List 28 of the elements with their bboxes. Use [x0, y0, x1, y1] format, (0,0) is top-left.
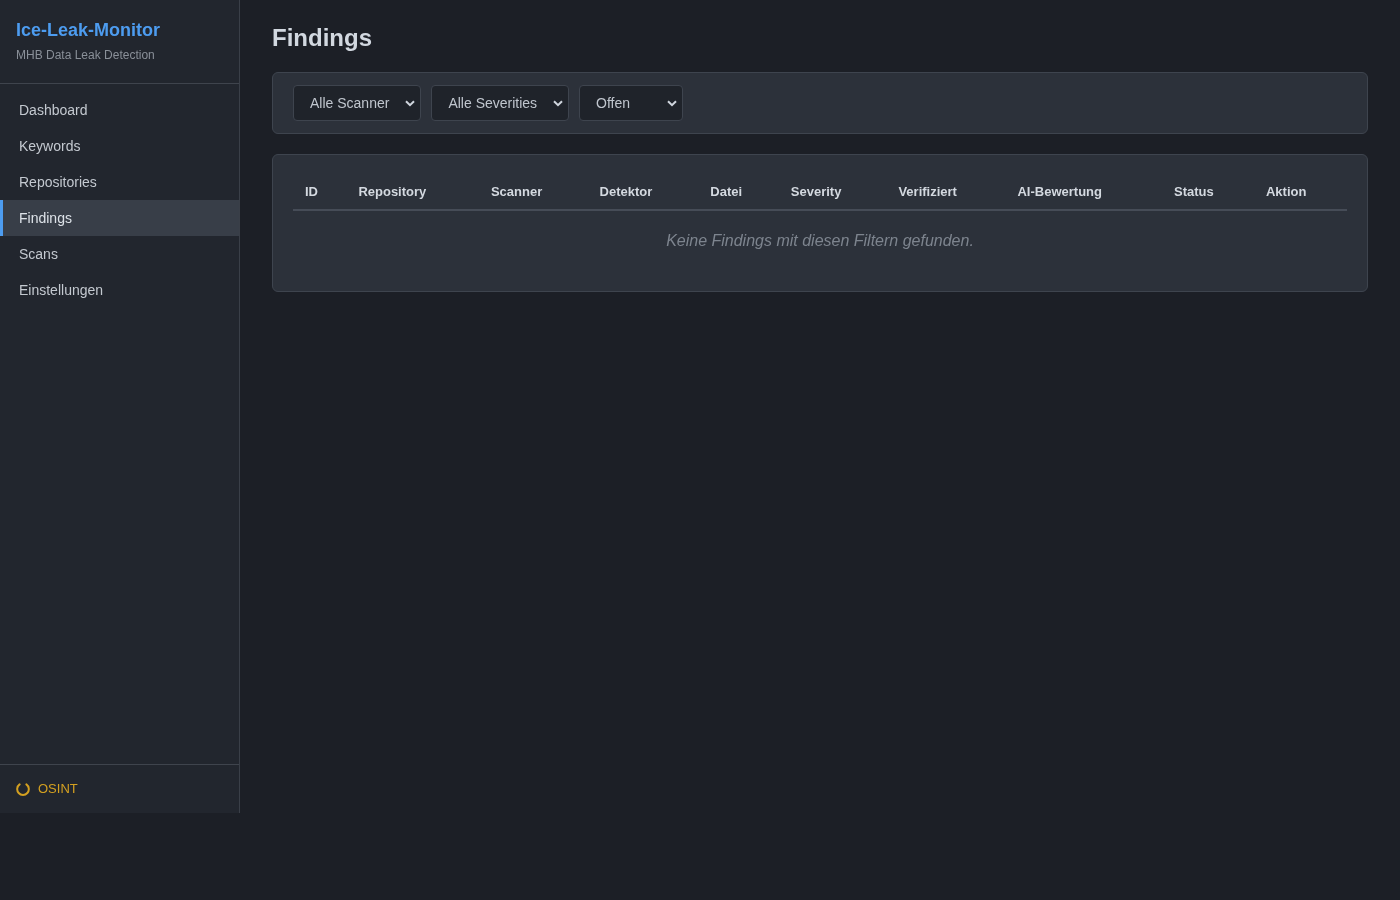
- column-header: Datei: [698, 175, 779, 210]
- column-header: Aktion: [1253, 175, 1347, 210]
- empty-message: Keine Findings mit diesen Filtern gefunden.: [666, 232, 974, 249]
- nav-item[interactable]: Scans: [0, 236, 239, 272]
- column-header: Scanner: [478, 175, 588, 210]
- status-label: OSINT: [38, 781, 78, 797]
- column-header: Status: [1162, 175, 1254, 210]
- nav-item[interactable]: Repositories: [0, 164, 239, 200]
- filter-dropdown[interactable]: Offen: [579, 85, 684, 121]
- column-header: Detektor: [587, 175, 699, 210]
- column-header: AI-Bewertung: [1005, 175, 1162, 210]
- chevron-down-icon: [405, 99, 416, 107]
- chevron-down-icon: [667, 99, 678, 107]
- page-title: Findings: [272, 24, 373, 52]
- filter-dropdown[interactable]: Alle Severities: [431, 85, 570, 121]
- app-subtitle: MHB Data Leak Detection: [16, 47, 156, 63]
- nav-item[interactable]: Findings: [0, 200, 239, 236]
- column-header: Repository: [346, 175, 479, 210]
- spinner-icon: [16, 782, 30, 796]
- filter-dropdown[interactable]: Alle Scanner: [293, 85, 422, 121]
- nav-item[interactable]: Dashboard: [0, 92, 239, 128]
- chevron-down-icon: [553, 99, 564, 107]
- column-header: Severity: [778, 175, 887, 210]
- column-header: Verifiziert: [886, 175, 1006, 210]
- column-header: ID: [293, 175, 347, 210]
- app-title: Ice-Leak-Monitor: [16, 19, 162, 42]
- nav-item[interactable]: Einstellungen: [0, 272, 239, 308]
- nav-item[interactable]: Keywords: [0, 128, 239, 164]
